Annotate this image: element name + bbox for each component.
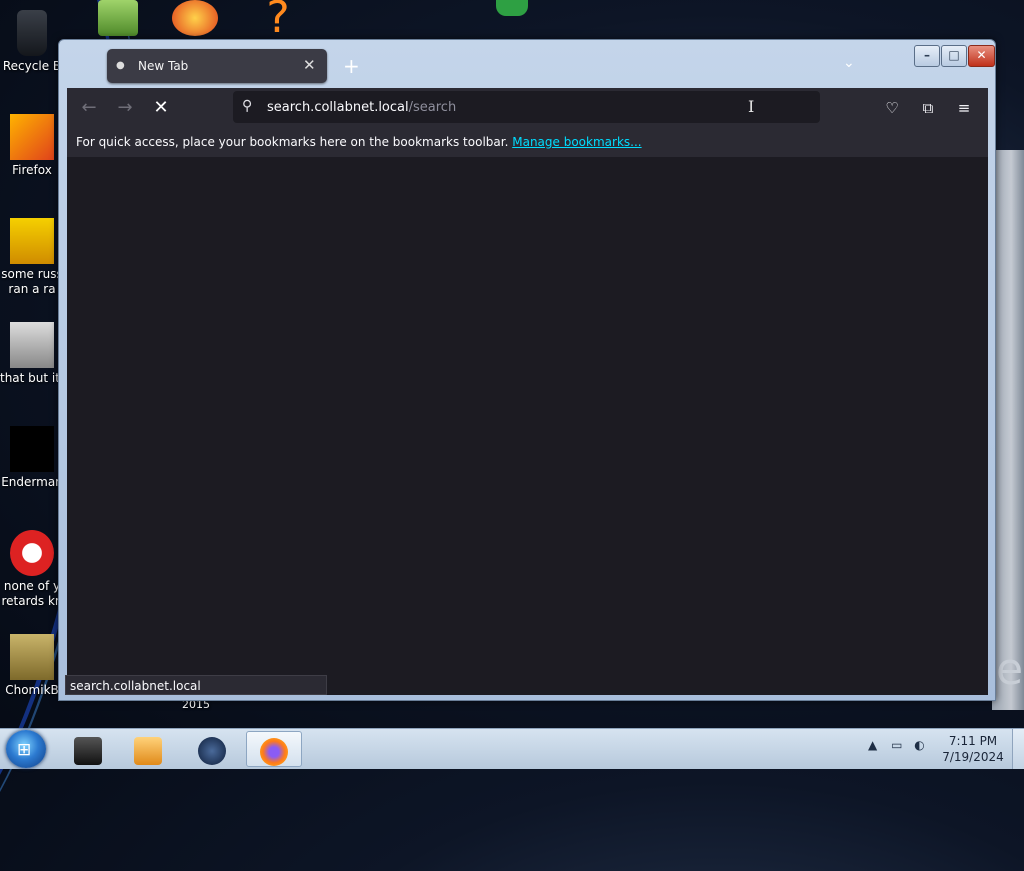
desktop-icon-label: Firefox (12, 163, 52, 177)
text-cursor-icon: I (748, 97, 755, 116)
wallpaper-art (992, 150, 1024, 710)
desktop-top-icon[interactable]: ? (258, 0, 298, 40)
windows-logo-icon: ⊞ (17, 740, 32, 760)
desktop-icon-label: retards kn (1, 594, 63, 608)
globe-icon (198, 736, 226, 765)
extensions-icon[interactable]: ⧉ (918, 98, 938, 118)
forward-arrow-icon[interactable]: → (113, 96, 137, 120)
manage-bookmarks-link[interactable]: Manage bookmarks... (512, 135, 641, 149)
file-stack-icon (10, 322, 54, 368)
pocket-icon[interactable]: ♡ (882, 98, 902, 118)
taskbar-item-firefox[interactable] (246, 731, 302, 767)
tab-favicon-icon: ● (116, 60, 125, 71)
page-content (67, 157, 988, 695)
bookmarks-toolbar: For quick access, place your bookmarks h… (67, 128, 988, 158)
navigation-toolbar: ← → ✕ ⚲ search.collabnet.local/search ♡ … (67, 88, 988, 128)
media-player-icon (134, 736, 162, 765)
bookmarks-hint-text: For quick access, place your bookmarks h… (76, 135, 509, 149)
tab-title: New Tab (138, 59, 189, 73)
status-panel: search.collabnet.local (65, 675, 327, 695)
tab-new-tab[interactable]: ● New Tab ✕ (107, 49, 327, 83)
desktop-top-icon[interactable] (98, 0, 138, 36)
maximize-icon[interactable]: □ (941, 45, 967, 67)
desktop-icon-label: Enderman (1, 475, 63, 489)
url-host: search.collabnet.local (267, 100, 409, 115)
desktop-icon-recycle-bin[interactable]: Recycle B (0, 10, 64, 74)
url-path: /search (408, 100, 457, 115)
terminal-icon (74, 736, 102, 765)
new-tab-icon[interactable]: + (343, 54, 360, 78)
app-icon (10, 634, 54, 680)
desktop-icon-file[interactable]: Enderman (0, 426, 64, 490)
desktop-top-icon[interactable] (496, 0, 528, 16)
document-icon (10, 426, 54, 472)
bookmarks-toolbar-message: For quick access, place your bookmarks h… (76, 135, 642, 149)
file-icon (10, 218, 54, 264)
minimize-icon[interactable]: – (914, 45, 940, 67)
taskbar-item[interactable] (120, 731, 176, 767)
desktop-icon-file[interactable]: some russ ran a ra (0, 218, 64, 297)
show-desktop-button[interactable] (1012, 729, 1024, 769)
desktop-icon-file[interactable]: none of y retards kn (0, 530, 64, 609)
volume-icon[interactable]: ◐ (914, 738, 924, 752)
start-button[interactable]: ⊞ (6, 730, 46, 768)
taskbar-item[interactable] (184, 731, 240, 767)
app-icon (10, 530, 54, 576)
desktop-icon-firefox[interactable]: Firefox (0, 114, 64, 178)
desktop-icon-label: that but its (0, 371, 64, 385)
taskbar: ⊞ ▲ ▭ ◐ 7:11 PM 7/19/2024 (0, 728, 1024, 769)
clock[interactable]: 7:11 PM 7/19/2024 (938, 733, 1008, 765)
network-icon[interactable]: ▭ (891, 738, 902, 752)
system-tray: ▲ ▭ ◐ (868, 738, 925, 752)
title-bar[interactable]: ● New Tab ✕ + ⌄ – □ ✕ (59, 40, 995, 88)
url-text[interactable]: search.collabnet.local/search (267, 100, 456, 115)
window-controls: – □ ✕ (913, 45, 995, 67)
browser-window: ● New Tab ✕ + ⌄ – □ ✕ ← → ✕ ⚲ search.col… (58, 39, 996, 701)
clock-time: 7:11 PM (948, 734, 998, 748)
desktop-icon-label: some russ (1, 267, 63, 281)
firefox-icon (260, 737, 288, 766)
firefox-icon (10, 114, 54, 160)
tray-expand-icon[interactable]: ▲ (868, 738, 877, 752)
desktop-icon-label: none of y (3, 579, 61, 593)
desktop-icon-label: ChomikB (5, 683, 59, 697)
search-icon: ⚲ (242, 98, 253, 114)
taskbar-item[interactable] (60, 731, 116, 767)
menu-hamburger-icon[interactable]: ≡ (954, 98, 974, 118)
tab-close-icon[interactable]: ✕ (303, 56, 316, 74)
desktop-icon-file[interactable]: ChomikB (0, 634, 64, 698)
desktop-icon-label: Recycle B (2, 59, 62, 73)
list-all-tabs-icon[interactable]: ⌄ (843, 55, 855, 71)
address-bar[interactable]: ⚲ search.collabnet.local/search (233, 91, 820, 123)
desktop-top-icon[interactable] (172, 0, 218, 36)
wallpaper-art-glyph: e (996, 644, 1024, 695)
back-arrow-icon[interactable]: ← (77, 96, 101, 120)
clock-date: 7/19/2024 (942, 750, 1004, 764)
desktop-icon-file[interactable]: that but its (0, 322, 64, 386)
desktop-icon-label: ran a ra (8, 282, 56, 296)
close-window-icon[interactable]: ✕ (968, 45, 995, 67)
stop-loading-icon[interactable]: ✕ (149, 96, 173, 120)
recycle-bin-icon (17, 10, 47, 56)
